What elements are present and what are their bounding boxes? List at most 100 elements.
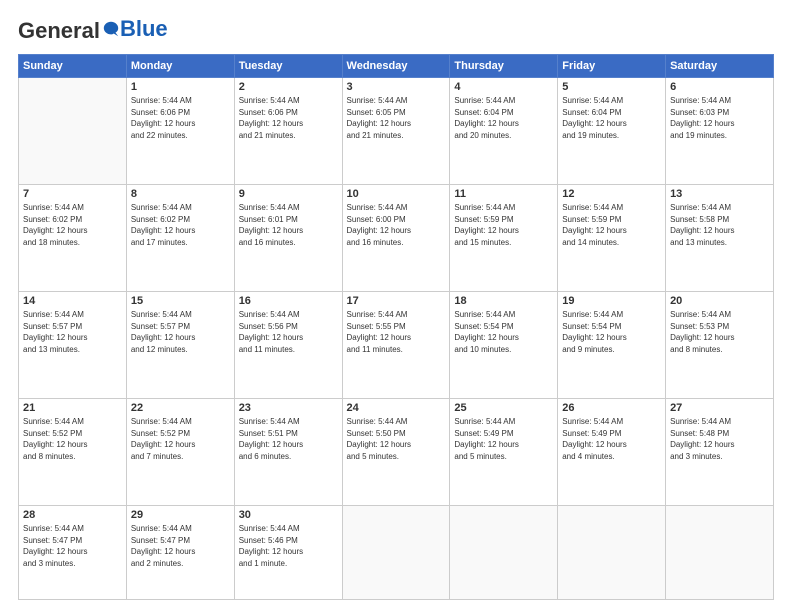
day-info: Sunrise: 5:44 AM Sunset: 6:04 PM Dayligh…: [454, 95, 553, 141]
day-number: 17: [347, 295, 446, 307]
day-info: Sunrise: 5:44 AM Sunset: 6:00 PM Dayligh…: [347, 202, 446, 248]
logo: General Blue: [18, 18, 168, 44]
week-row-1: 1Sunrise: 5:44 AM Sunset: 6:06 PM Daylig…: [19, 78, 774, 185]
day-info: Sunrise: 5:44 AM Sunset: 5:56 PM Dayligh…: [239, 309, 338, 355]
day-cell: 3Sunrise: 5:44 AM Sunset: 6:05 PM Daylig…: [342, 78, 450, 185]
day-cell: [666, 506, 774, 600]
day-cell: 20 Sunrise: 5:44 AM Sunset: 5:53 PM Dayli…: [666, 292, 774, 399]
day-cell: 11 Sunrise: 5:44 AM Sunset: 5:59 PM Dayli…: [450, 185, 558, 292]
weekday-header-sunday: Sunday: [19, 55, 127, 78]
day-number: 3: [347, 81, 446, 93]
day-number: 24: [347, 402, 446, 414]
week-row-2: 7 Sunrise: 5:44 AM Sunset: 6:02 PM Daylig…: [19, 185, 774, 292]
day-info: Sunrise: 5:44 AM Sunset: 6:01 PM Dayligh…: [239, 202, 338, 248]
day-number: 6: [670, 81, 769, 93]
weekday-header-thursday: Thursday: [450, 55, 558, 78]
weekday-header-wednesday: Wednesday: [342, 55, 450, 78]
day-number: 28: [23, 509, 122, 521]
weekday-header-row: SundayMondayTuesdayWednesdayThursdayFrid…: [19, 55, 774, 78]
day-number: 9: [239, 188, 338, 200]
day-number: 2: [239, 81, 338, 93]
day-info: Sunrise: 5:44 AM Sunset: 5:54 PM Dayligh…: [562, 309, 661, 355]
day-number: 5: [562, 81, 661, 93]
day-info: Sunrise: 5:44 AM Sunset: 6:04 PM Dayligh…: [562, 95, 661, 141]
day-number: 20: [670, 295, 769, 307]
day-info: Sunrise: 5:44 AM Sunset: 5:50 PM Dayligh…: [347, 416, 446, 462]
logo-bird-icon: [102, 20, 120, 38]
week-row-3: 14 Sunrise: 5:44 AM Sunset: 5:57 PM Dayli…: [19, 292, 774, 399]
day-number: 13: [670, 188, 769, 200]
day-info: Sunrise: 5:44 AM Sunset: 5:47 PM Dayligh…: [23, 523, 122, 569]
day-cell: [19, 78, 127, 185]
day-cell: 15 Sunrise: 5:44 AM Sunset: 5:57 PM Dayli…: [126, 292, 234, 399]
logo-text: General Blue: [18, 18, 168, 44]
day-info: Sunrise: 5:44 AM Sunset: 5:59 PM Dayligh…: [454, 202, 553, 248]
day-number: 26: [562, 402, 661, 414]
day-cell: 4 Sunrise: 5:44 AM Sunset: 6:04 PM Daylig…: [450, 78, 558, 185]
day-info: Sunrise: 5:44 AM Sunset: 6:03 PM Dayligh…: [670, 95, 769, 141]
day-number: 14: [23, 295, 122, 307]
day-info: Sunrise: 5:44 AM Sunset: 5:51 PM Dayligh…: [239, 416, 338, 462]
day-cell: 28 Sunrise: 5:44 AM Sunset: 5:47 PM Dayli…: [19, 506, 127, 600]
day-info: Sunrise: 5:44 AM Sunset: 5:49 PM Dayligh…: [454, 416, 553, 462]
day-cell: 12 Sunrise: 5:44 AM Sunset: 5:59 PM Dayli…: [558, 185, 666, 292]
day-cell: 10 Sunrise: 5:44 AM Sunset: 6:00 PM Dayli…: [342, 185, 450, 292]
day-cell: 7 Sunrise: 5:44 AM Sunset: 6:02 PM Daylig…: [19, 185, 127, 292]
day-info: Sunrise: 5:44 AM Sunset: 6:06 PM Dayligh…: [131, 95, 230, 141]
day-number: 8: [131, 188, 230, 200]
day-cell: 29Sunrise: 5:44 AM Sunset: 5:47 PM Dayli…: [126, 506, 234, 600]
day-cell: [558, 506, 666, 600]
day-cell: 19 Sunrise: 5:44 AM Sunset: 5:54 PM Dayli…: [558, 292, 666, 399]
day-info: Sunrise: 5:44 AM Sunset: 5:48 PM Dayligh…: [670, 416, 769, 462]
day-number: 11: [454, 188, 553, 200]
day-info: Sunrise: 5:44 AM Sunset: 6:02 PM Dayligh…: [131, 202, 230, 248]
day-info: Sunrise: 5:44 AM Sunset: 5:57 PM Dayligh…: [131, 309, 230, 355]
day-info: Sunrise: 5:44 AM Sunset: 5:52 PM Dayligh…: [23, 416, 122, 462]
day-cell: 5 Sunrise: 5:44 AM Sunset: 6:04 PM Daylig…: [558, 78, 666, 185]
day-number: 27: [670, 402, 769, 414]
day-cell: 18Sunrise: 5:44 AM Sunset: 5:54 PM Dayli…: [450, 292, 558, 399]
day-info: Sunrise: 5:44 AM Sunset: 5:55 PM Dayligh…: [347, 309, 446, 355]
day-number: 4: [454, 81, 553, 93]
day-info: Sunrise: 5:44 AM Sunset: 5:52 PM Dayligh…: [131, 416, 230, 462]
day-number: 16: [239, 295, 338, 307]
day-cell: 30Sunrise: 5:44 AM Sunset: 5:46 PM Dayli…: [234, 506, 342, 600]
day-cell: 8 Sunrise: 5:44 AM Sunset: 6:02 PM Daylig…: [126, 185, 234, 292]
day-number: 15: [131, 295, 230, 307]
day-cell: 2Sunrise: 5:44 AM Sunset: 6:06 PM Daylig…: [234, 78, 342, 185]
day-info: Sunrise: 5:44 AM Sunset: 5:46 PM Dayligh…: [239, 523, 338, 569]
day-info: Sunrise: 5:44 AM Sunset: 6:02 PM Dayligh…: [23, 202, 122, 248]
day-cell: 23 Sunrise: 5:44 AM Sunset: 5:51 PM Dayli…: [234, 399, 342, 506]
day-cell: 21 Sunrise: 5:44 AM Sunset: 5:52 PM Dayli…: [19, 399, 127, 506]
day-cell: 13 Sunrise: 5:44 AM Sunset: 5:58 PM Dayli…: [666, 185, 774, 292]
day-cell: [342, 506, 450, 600]
day-cell: 24 Sunrise: 5:44 AM Sunset: 5:50 PM Dayli…: [342, 399, 450, 506]
day-number: 12: [562, 188, 661, 200]
week-row-4: 21 Sunrise: 5:44 AM Sunset: 5:52 PM Dayli…: [19, 399, 774, 506]
day-info: Sunrise: 5:44 AM Sunset: 5:47 PM Dayligh…: [131, 523, 230, 569]
day-cell: 14 Sunrise: 5:44 AM Sunset: 5:57 PM Dayli…: [19, 292, 127, 399]
day-cell: 16 Sunrise: 5:44 AM Sunset: 5:56 PM Dayli…: [234, 292, 342, 399]
day-number: 22: [131, 402, 230, 414]
day-cell: 26Sunrise: 5:44 AM Sunset: 5:49 PM Dayli…: [558, 399, 666, 506]
day-cell: 1Sunrise: 5:44 AM Sunset: 6:06 PM Daylig…: [126, 78, 234, 185]
calendar-table: SundayMondayTuesdayWednesdayThursdayFrid…: [18, 54, 774, 600]
day-info: Sunrise: 5:44 AM Sunset: 5:59 PM Dayligh…: [562, 202, 661, 248]
day-number: 23: [239, 402, 338, 414]
day-number: 18: [454, 295, 553, 307]
weekday-header-friday: Friday: [558, 55, 666, 78]
day-number: 10: [347, 188, 446, 200]
day-cell: 9 Sunrise: 5:44 AM Sunset: 6:01 PM Daylig…: [234, 185, 342, 292]
day-number: 19: [562, 295, 661, 307]
day-number: 21: [23, 402, 122, 414]
day-cell: 27 Sunrise: 5:44 AM Sunset: 5:48 PM Dayli…: [666, 399, 774, 506]
day-info: Sunrise: 5:44 AM Sunset: 5:57 PM Dayligh…: [23, 309, 122, 355]
week-row-5: 28 Sunrise: 5:44 AM Sunset: 5:47 PM Dayli…: [19, 506, 774, 600]
calendar-page: General Blue SundayMondayTuesdayWednesda…: [0, 0, 792, 612]
day-info: Sunrise: 5:44 AM Sunset: 5:53 PM Dayligh…: [670, 309, 769, 355]
logo-general: General: [18, 18, 120, 44]
day-cell: 6 Sunrise: 5:44 AM Sunset: 6:03 PM Daylig…: [666, 78, 774, 185]
logo-blue: Blue: [120, 16, 168, 42]
day-info: Sunrise: 5:44 AM Sunset: 5:58 PM Dayligh…: [670, 202, 769, 248]
day-number: 7: [23, 188, 122, 200]
